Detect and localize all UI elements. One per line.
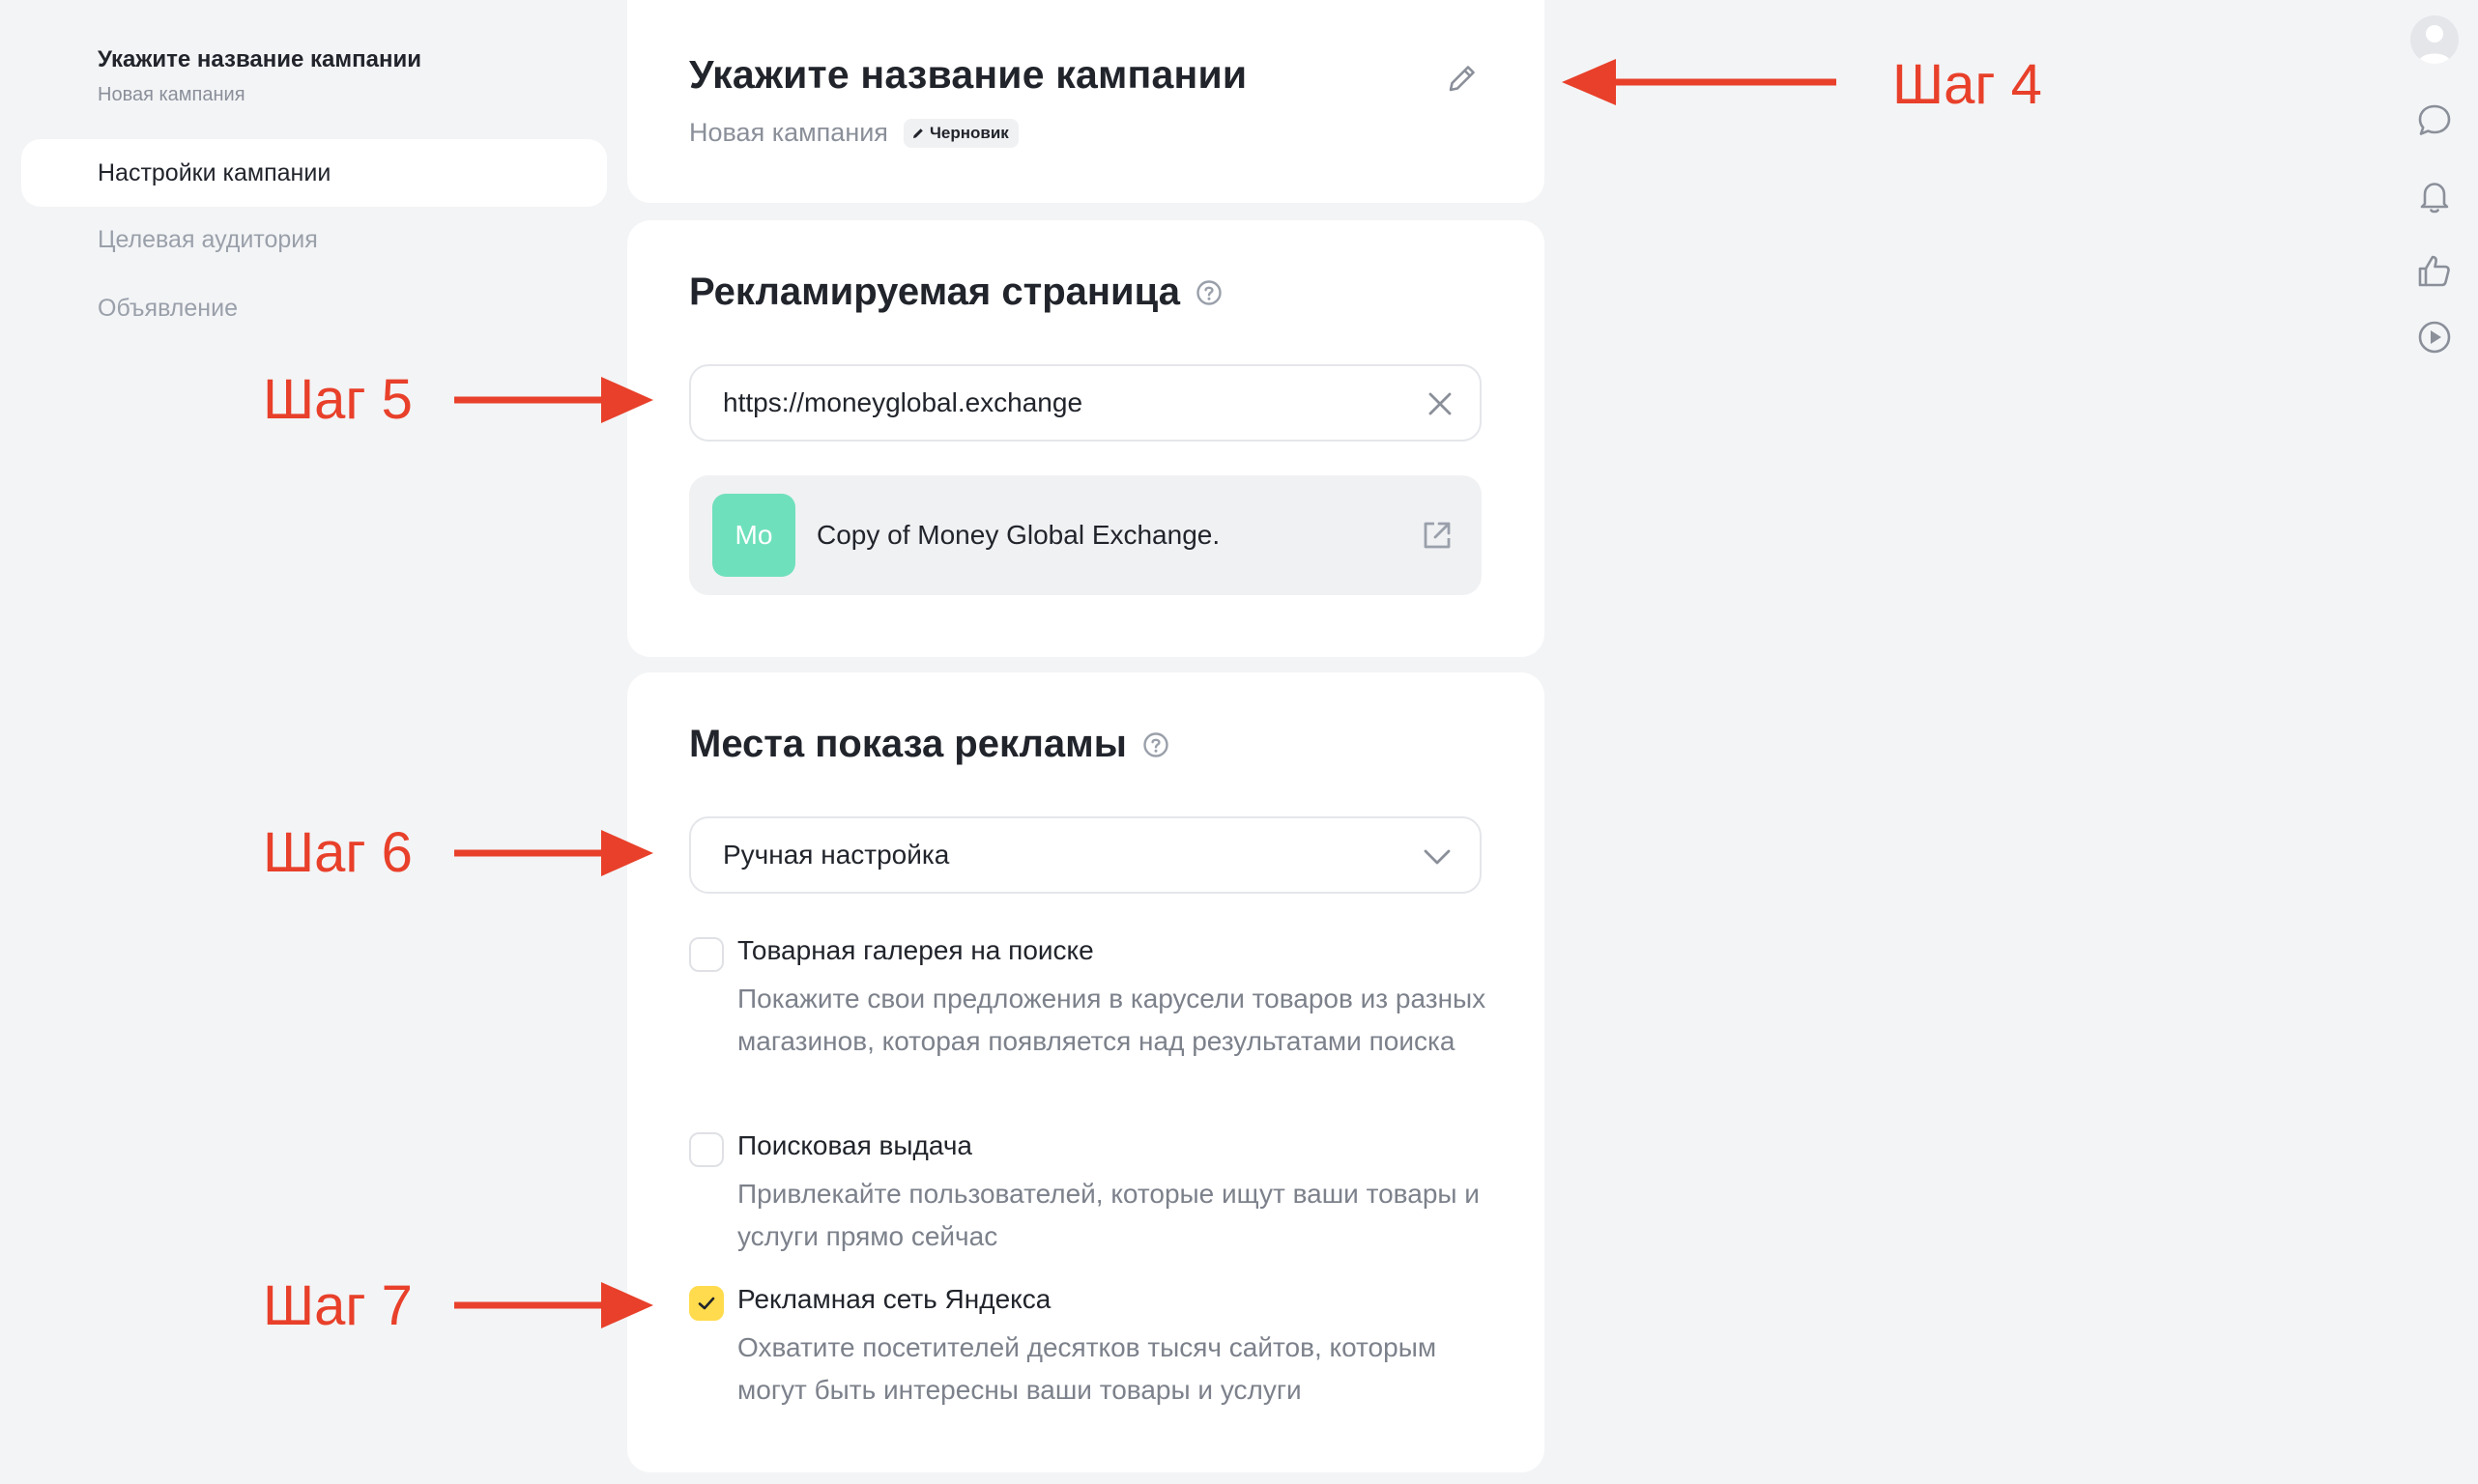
- url-input[interactable]: https://moneyglobal.exchange: [689, 364, 1482, 442]
- placement-option-desc: Покажите свои предложения в карусели тов…: [737, 984, 1486, 1056]
- placement-mode-select[interactable]: Ручная настройка: [689, 816, 1482, 894]
- campaign-title: Укажите название кампании: [689, 52, 1248, 97]
- page-preview-title: Copy of Money Global Exchange.: [817, 520, 1221, 550]
- video-tutorial-button[interactable]: [2410, 313, 2459, 361]
- close-icon: [1428, 392, 1452, 415]
- chat-icon: [2418, 104, 2451, 135]
- annotation-step-6: Шаг 6: [263, 821, 413, 884]
- arrow-right-icon: [454, 1282, 653, 1328]
- arrow-left-icon: [1562, 59, 1836, 105]
- sidebar-item-target-audience[interactable]: Целевая аудитория: [21, 206, 607, 273]
- chat-button[interactable]: [2410, 97, 2459, 145]
- page-preview-avatar: Mo: [712, 494, 795, 577]
- notifications-button[interactable]: [2410, 172, 2459, 220]
- placements-title: Места показа рекламы: [689, 723, 1127, 765]
- yandex-network-checkbox[interactable]: [689, 1286, 724, 1321]
- annotation-step-5: Шаг 5: [263, 368, 413, 431]
- url-input-value: https://moneyglobal.exchange: [723, 387, 1083, 417]
- pencil-icon: [1449, 66, 1475, 92]
- annotation-step-7: Шаг 7: [263, 1274, 413, 1337]
- sidebar-campaign-subtitle: Новая кампания: [98, 84, 245, 105]
- promoted-page-title-row: Рекламируемая страница: [689, 271, 1223, 314]
- pencil-small-icon: [912, 128, 923, 138]
- placements-title-row: Места показа рекламы: [689, 723, 1169, 766]
- status-badge-label: Черновик: [929, 123, 1009, 142]
- placement-mode-value: Ручная настройка: [723, 840, 950, 870]
- help-icon[interactable]: [1142, 731, 1169, 758]
- feedback-button[interactable]: [2410, 247, 2459, 296]
- search-results-checkbox[interactable]: [689, 1132, 724, 1167]
- page-preview-card[interactable]: Mo Copy of Money Global Exchange.: [689, 475, 1482, 595]
- arrow-right-icon: [454, 830, 653, 876]
- sidebar-item-campaign-settings[interactable]: Настройки кампании: [21, 139, 607, 207]
- external-link-icon: [1424, 522, 1451, 549]
- placements-card: Места показа рекламы Ручная настройка То…: [627, 672, 1544, 1472]
- campaign-subtitle: Новая кампания: [689, 118, 888, 147]
- page: Укажите название кампании Новая кампания…: [0, 0, 2478, 1484]
- campaign-subtitle-row: Новая кампания Черновик: [689, 118, 1019, 148]
- placement-option-title: Поисковая выдача: [737, 1130, 973, 1160]
- user-avatar-icon: [2410, 15, 2459, 64]
- promoted-page-card: Рекламируемая страница https://moneyglob…: [627, 220, 1544, 657]
- campaign-name-card: Укажите название кампании Новая кампания…: [627, 0, 1544, 203]
- annotation-step-4: Шаг 4: [1892, 53, 2042, 116]
- check-icon: [698, 1297, 715, 1310]
- user-avatar[interactable]: [2410, 15, 2459, 64]
- status-badge: Черновик: [903, 118, 1019, 148]
- play-icon: [2418, 321, 2451, 354]
- edit-campaign-name-button[interactable]: [1440, 56, 1484, 100]
- placement-option-title: Товарная галерея на поиске: [737, 935, 1094, 965]
- placement-option-desc: Охватите посетителей десятков тысяч сайт…: [737, 1332, 1437, 1405]
- placement-option-desc: Привлекайте пользователей, которые ищут …: [737, 1179, 1480, 1251]
- arrow-right-icon: [454, 377, 653, 423]
- chevron-down-icon: [1424, 849, 1451, 865]
- product-gallery-checkbox[interactable]: [689, 937, 724, 972]
- bell-icon: [2420, 183, 2449, 214]
- thumbs-up-icon: [2418, 255, 2450, 287]
- sidebar-campaign-title: Укажите название кампании: [98, 46, 421, 72]
- open-page-button[interactable]: [1416, 514, 1458, 556]
- sidebar-item-ad[interactable]: Объявление: [21, 274, 607, 342]
- help-icon[interactable]: [1196, 279, 1223, 306]
- clear-url-button[interactable]: [1420, 384, 1460, 424]
- promoted-page-title: Рекламируемая страница: [689, 271, 1180, 313]
- sidebar: Укажите название кампании Новая кампания…: [0, 0, 628, 1484]
- placement-option-title: Рекламная сеть Яндекса: [737, 1284, 1052, 1314]
